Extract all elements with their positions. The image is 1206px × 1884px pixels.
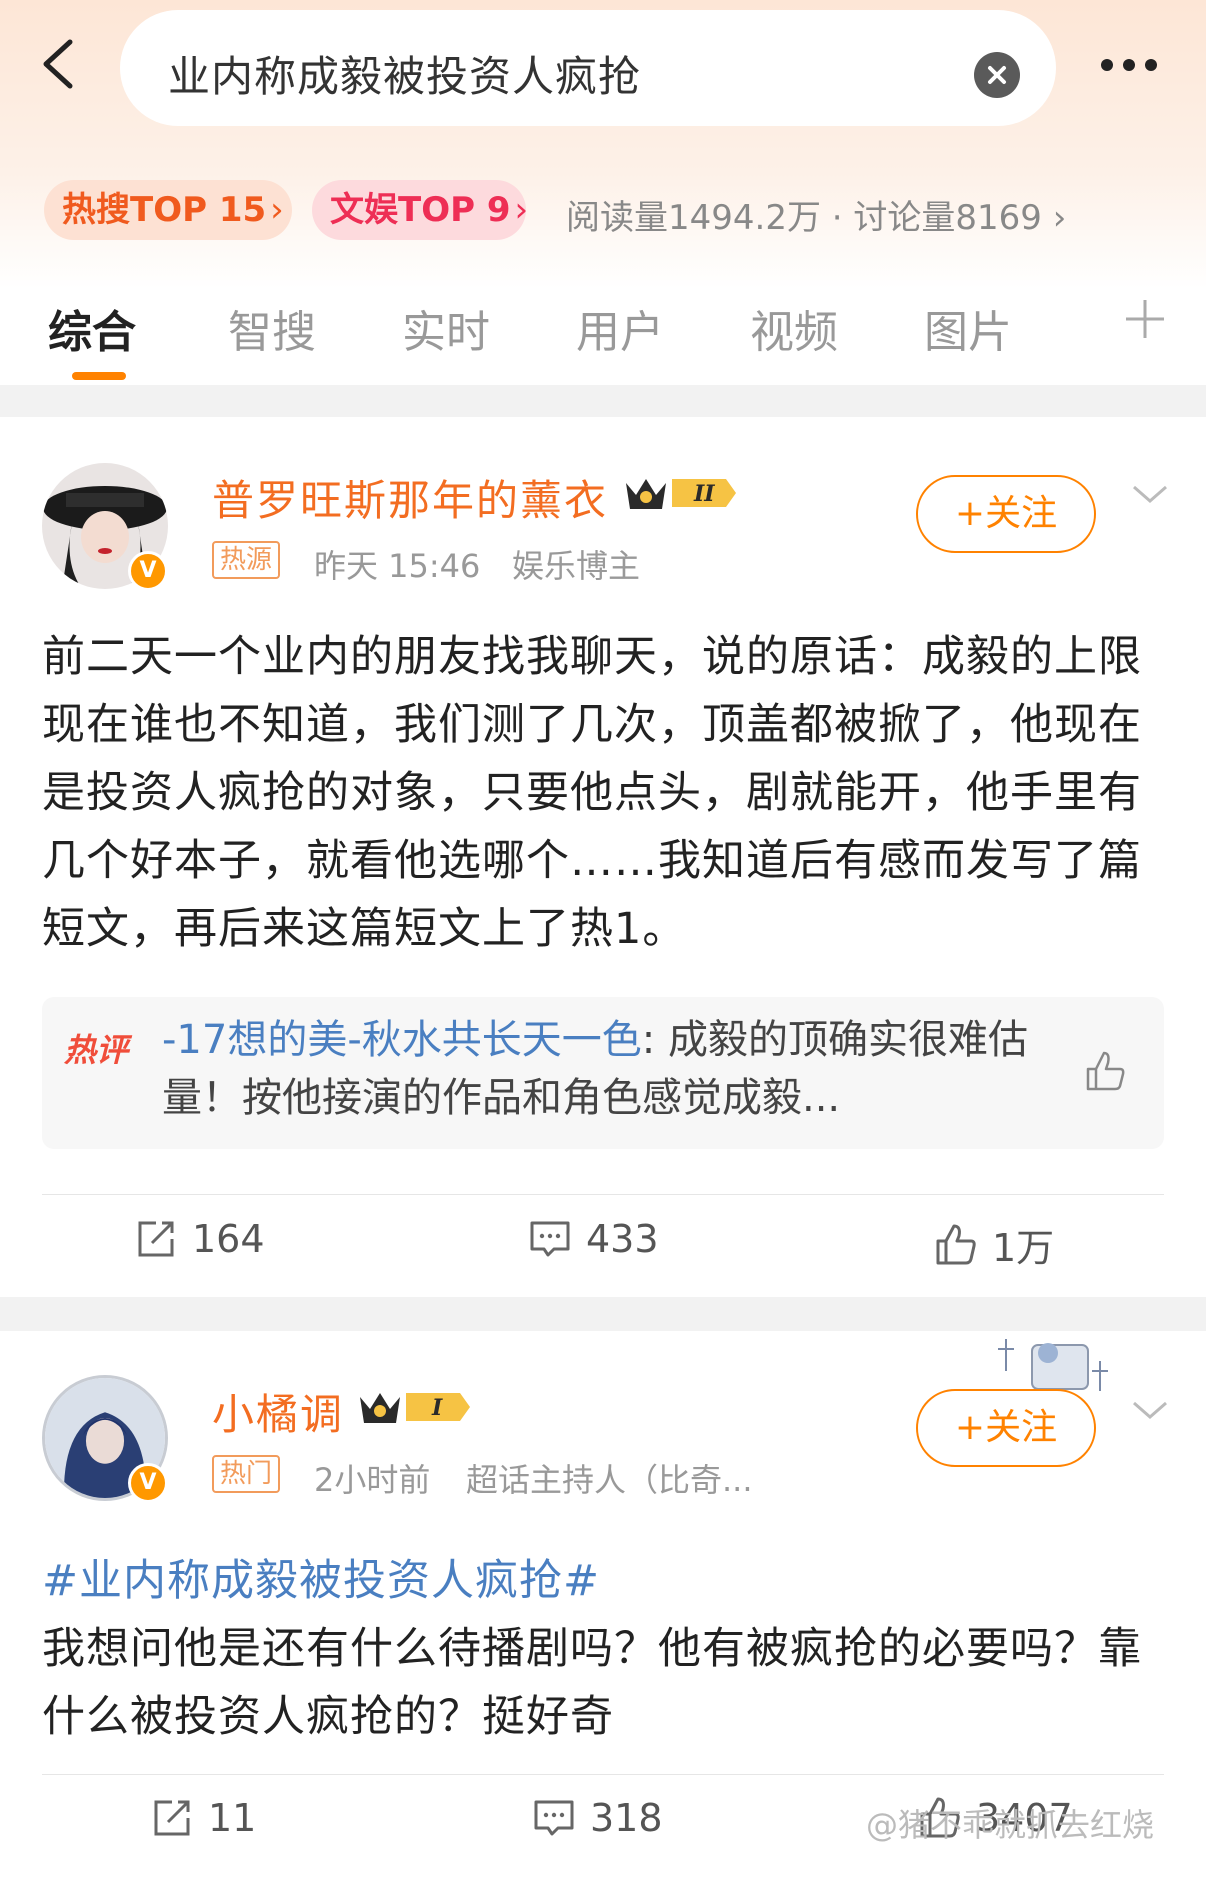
- repost-icon: [154, 1800, 190, 1836]
- comment-count: 318: [590, 1796, 663, 1840]
- hot-comment-user[interactable]: -17想的美-秋水共长天一色: [162, 1017, 642, 1063]
- divider: [42, 1774, 1164, 1775]
- entertainment-rank-tag[interactable]: 文娱TOP 9 ›: [312, 180, 529, 240]
- add-tab-icon[interactable]: [1124, 298, 1166, 340]
- hot-search-rank-tag[interactable]: 热搜TOP 15 ›: [44, 180, 292, 240]
- comment-button[interactable]: 318: [532, 1796, 663, 1846]
- repost-button[interactable]: 164: [134, 1217, 265, 1267]
- tab-users[interactable]: 用户: [576, 296, 664, 360]
- chevron-down-icon[interactable]: [1130, 1399, 1170, 1423]
- follow-button[interactable]: +关注: [916, 1389, 1096, 1467]
- tab-comprehensive[interactable]: 综合: [48, 296, 136, 360]
- weibo-post[interactable]: V 普罗旺斯那年的薰衣 II 热源 昨天 15:46 娱乐博主 +关注 前二天一…: [0, 417, 1206, 1297]
- comment-icon: [534, 1800, 574, 1836]
- like-button[interactable]: 1万: [934, 1217, 1055, 1270]
- verified-badge-icon: V: [128, 551, 168, 591]
- active-tab-indicator: [72, 372, 126, 380]
- tab-realtime[interactable]: 实时: [402, 296, 490, 360]
- post-time: 2小时前: [314, 1461, 431, 1499]
- comment-count: 433: [586, 1217, 659, 1261]
- post-text[interactable]: #业内称成毅被投资人疯抢# 我想问他是还有什么待播剧吗？他有被疯抢的必要吗？靠什…: [42, 1547, 1166, 1751]
- hot-comment-label: 热评: [64, 1031, 129, 1069]
- svg-text:I: I: [431, 1395, 443, 1421]
- more-dot: [1145, 59, 1157, 71]
- section-gap: [0, 385, 1206, 417]
- comment-button[interactable]: 433: [528, 1217, 659, 1267]
- search-bar[interactable]: 业内称成毅被投资人疯抢: [120, 10, 1056, 126]
- repost-count: 11: [208, 1796, 257, 1840]
- hot-comment-text: -17想的美-秋水共长天一色: 成毅的顶确实很难估量！按他接演的作品和角色感觉成…: [162, 1011, 1042, 1127]
- close-icon: [988, 66, 1006, 84]
- author-role: 娱乐博主: [512, 547, 641, 585]
- more-dots-icon: [1101, 59, 1113, 71]
- hot-comment[interactable]: 热评 -17想的美-秋水共长天一色: 成毅的顶确实很难估量！按他接演的作品和角色…: [42, 997, 1164, 1149]
- svg-text:II: II: [693, 481, 715, 507]
- repost-count: 164: [192, 1217, 265, 1261]
- topic-hashtag-link[interactable]: #业内称成毅被投资人疯抢#: [42, 1556, 600, 1606]
- username[interactable]: 普罗旺斯那年的薰衣: [212, 467, 608, 528]
- tab-smart-search[interactable]: 智搜: [228, 296, 316, 360]
- more-options-button[interactable]: [1096, 50, 1168, 80]
- topic-stats[interactable]: 阅读量1494.2万 · 讨论量8169 ›: [566, 190, 1066, 239]
- source-badge: 热门: [212, 1455, 281, 1493]
- watermark: @猪不乖就抓去红烧: [866, 1806, 1155, 1844]
- verified-badge-icon: V: [128, 1463, 168, 1503]
- comment-icon: [530, 1221, 570, 1257]
- section-gap: [0, 1297, 1206, 1331]
- vip-crown-icon: II: [626, 479, 736, 509]
- follow-button[interactable]: +关注: [916, 475, 1096, 553]
- chevron-right-icon: ›: [1052, 198, 1067, 238]
- like-count: 1万: [992, 1226, 1055, 1270]
- entertainment-rank-label: 文娱TOP 9: [330, 190, 511, 230]
- clear-search-button[interactable]: [974, 52, 1020, 98]
- more-dot: [1123, 59, 1135, 71]
- hot-search-rank-label: 热搜TOP 15: [62, 190, 267, 230]
- chevron-right-icon: ›: [270, 190, 284, 230]
- back-button[interactable]: [30, 34, 90, 94]
- thumbs-up-icon: [936, 1224, 976, 1264]
- post-time: 昨天 15:46: [314, 547, 481, 585]
- repost-icon: [138, 1221, 174, 1257]
- divider: [42, 1194, 1164, 1195]
- source-badge: 热源: [212, 541, 281, 579]
- back-arrow-icon: [43, 39, 73, 89]
- vip-crown-icon: I: [360, 1393, 470, 1423]
- read-discuss-stats: 阅读量1494.2万 · 讨论量8169: [566, 198, 1042, 238]
- tab-videos[interactable]: 视频: [750, 296, 838, 360]
- chevron-right-icon: ›: [514, 190, 529, 230]
- post-body: 我想问他是还有什么待播剧吗？他有被疯抢的必要吗？靠什么被投资人疯抢的？挺好奇: [42, 1624, 1142, 1742]
- repost-button[interactable]: 11: [150, 1796, 256, 1846]
- username[interactable]: 小橘调: [212, 1381, 344, 1442]
- chevron-down-icon[interactable]: [1130, 483, 1170, 507]
- thumbs-up-icon[interactable]: [1082, 1049, 1128, 1095]
- author-role: 超话主持人（比奇...: [466, 1461, 753, 1499]
- search-input[interactable]: 业内称成毅被投资人疯抢: [168, 43, 641, 104]
- post-text[interactable]: 前二天一个业内的朋友找我聊天，说的原话：成毅的上限现在谁也不知道，我们测了几次，…: [42, 623, 1166, 963]
- tab-images[interactable]: 图片: [924, 296, 1012, 360]
